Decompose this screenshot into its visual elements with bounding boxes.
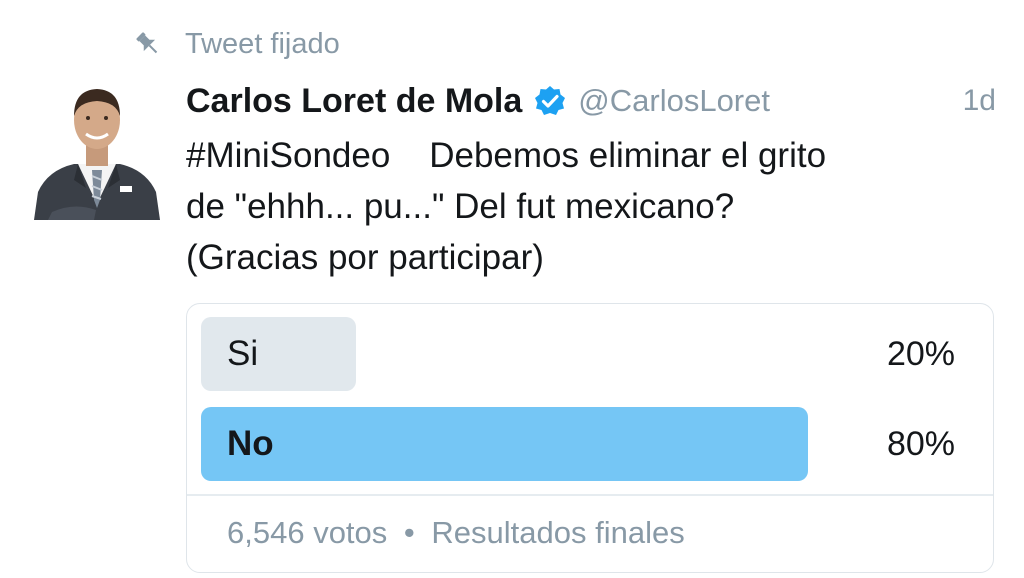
pinned-tweet-indicator: Tweet fijado	[133, 24, 340, 64]
poll-vote-count: 6,546 votos	[227, 515, 388, 550]
tweet-header: Carlos Loret de Mola @CarlosLoret 1d	[186, 78, 996, 124]
poll-footer: 6,546 votos • Resultados finales	[227, 510, 685, 556]
separator-dot: •	[403, 515, 415, 550]
poll-divider	[187, 494, 993, 496]
tweet-text-line: de "ehhh... pu..." Del fut mexicano?	[186, 187, 735, 226]
tweet-text-line: #MiniSondeo Debemos eliminar el grito	[186, 136, 827, 175]
poll-option-si: Si 20%	[201, 317, 979, 391]
poll-status: Resultados finales	[431, 515, 685, 550]
author-handle[interactable]: @CarlosLoret	[578, 83, 770, 119]
pinned-label: Tweet fijado	[185, 27, 340, 60]
author-name[interactable]: Carlos Loret de Mola	[186, 82, 522, 121]
tweet-timestamp[interactable]: 1d	[963, 84, 996, 118]
tweet-text-line: (Gracias por participar)	[186, 238, 544, 277]
poll-result-bar	[201, 407, 808, 481]
poll-option-percent: 80%	[886, 425, 955, 463]
pin-icon	[133, 29, 163, 59]
poll-card: Si 20% No 80% 6,546 votos • Resultados f…	[186, 303, 994, 573]
poll-option-no: No 80%	[201, 407, 979, 481]
avatar[interactable]	[34, 80, 160, 220]
poll-option-percent: 20%	[886, 335, 955, 373]
poll-result-bar	[201, 317, 356, 391]
verified-badge-icon	[534, 85, 566, 117]
poll-option-label: No	[227, 424, 274, 463]
poll-option-label: Si	[227, 334, 259, 373]
tweet-text: #MiniSondeo Debemos eliminar el grito de…	[186, 130, 986, 283]
